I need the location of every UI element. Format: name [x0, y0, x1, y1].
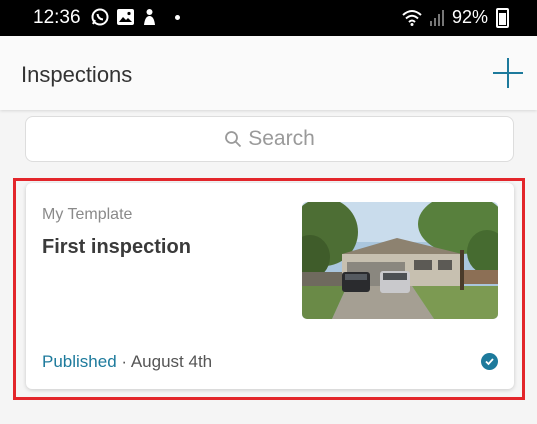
battery-icon — [496, 7, 509, 28]
signal-icon — [429, 9, 444, 26]
search-placeholder: Search — [248, 127, 315, 150]
status-right: 92% — [402, 7, 509, 28]
status-separator: · — [116, 352, 131, 371]
add-inspection-button[interactable] — [493, 58, 523, 88]
status-badge: Published — [42, 352, 117, 371]
status-line: Published · August 4th — [42, 352, 212, 372]
app-bar: Inspections — [0, 36, 537, 110]
wifi-icon — [402, 10, 422, 26]
search-icon — [225, 131, 242, 148]
status-bar: 12:36 92% — [0, 0, 537, 36]
house-photo — [302, 202, 498, 319]
status-time: 12:36 — [33, 7, 81, 28]
gallery-icon — [117, 9, 134, 25]
notification-icons — [91, 8, 180, 26]
more-notifications-dot — [175, 14, 180, 20]
inspection-card[interactable]: My Template First inspection Published ·… — [26, 183, 514, 389]
battery-percent: 92% — [451, 7, 488, 27]
whatsapp-icon — [91, 8, 109, 26]
inspection-date: August 4th — [130, 352, 213, 371]
template-name: My Template — [42, 206, 133, 223]
published-check-icon — [481, 353, 498, 370]
page-title: Inspections — [21, 62, 133, 87]
inspection-title: First inspection — [42, 236, 191, 258]
search-input[interactable]: Search — [25, 116, 514, 162]
notification-icon — [144, 9, 155, 25]
